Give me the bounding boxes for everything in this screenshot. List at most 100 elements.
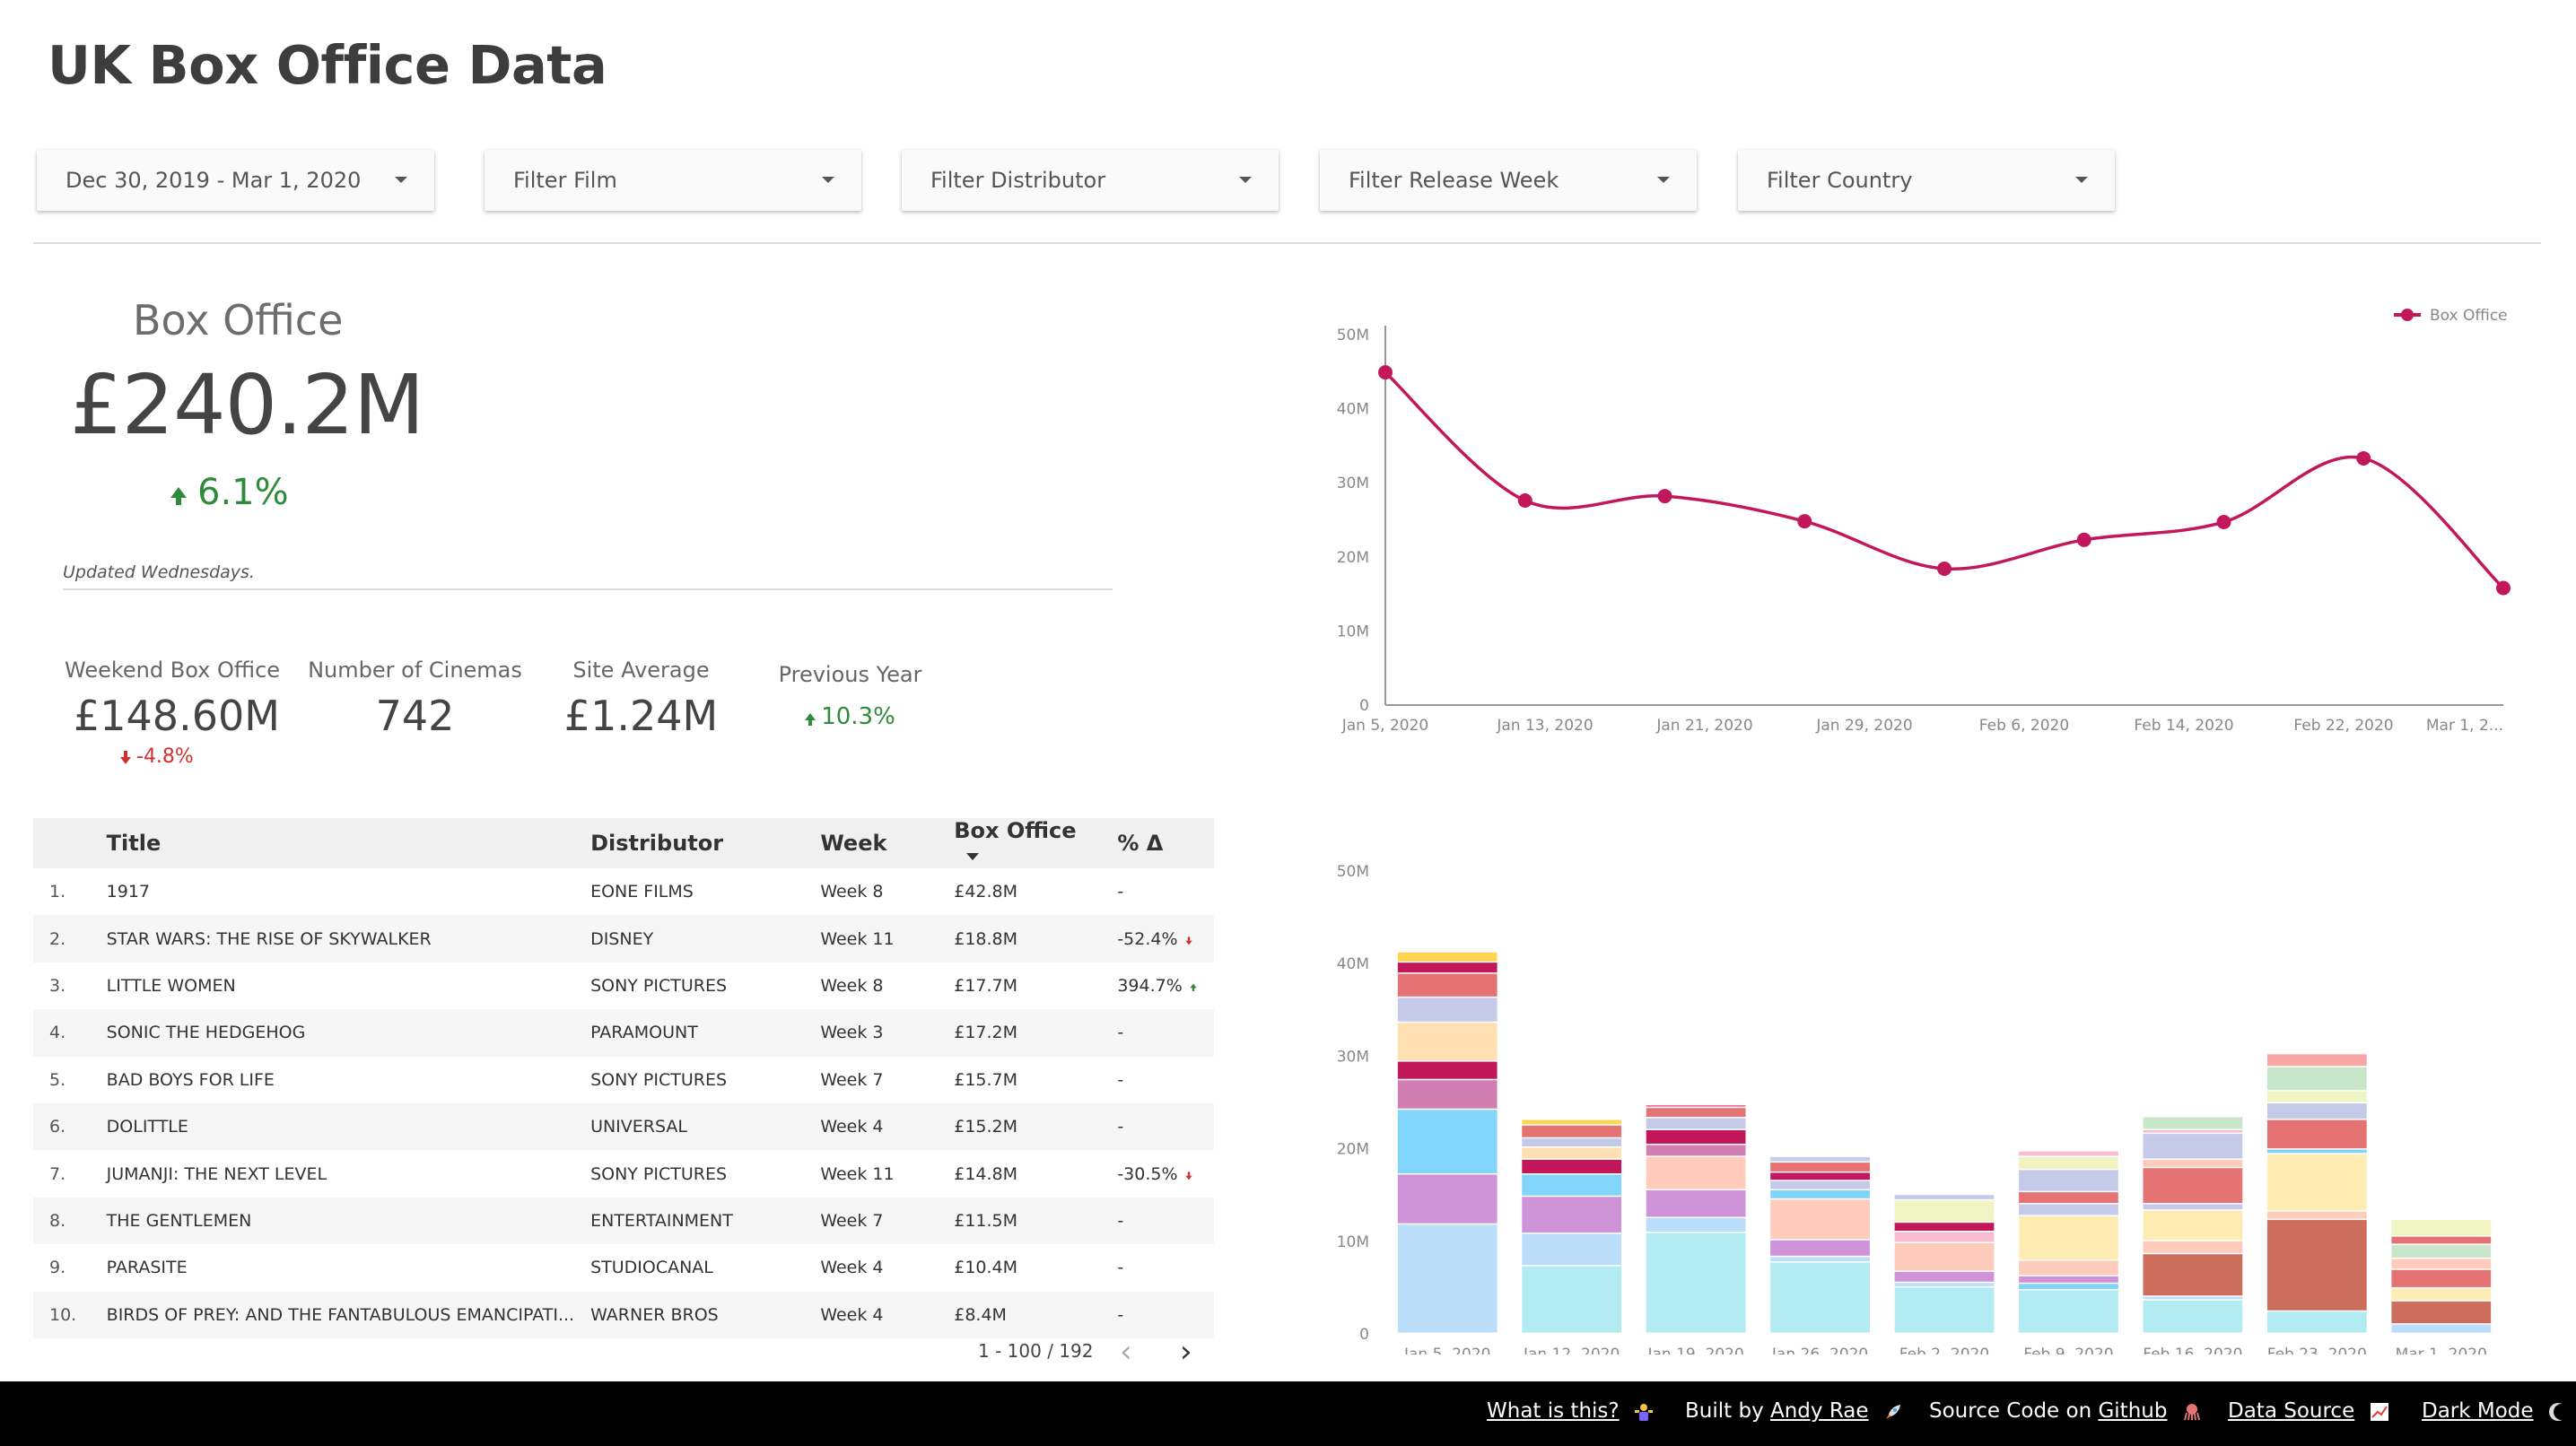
change-value: - bbox=[1117, 1304, 1124, 1325]
x-tick-label: Feb 16, 2020 bbox=[2143, 1346, 2242, 1355]
bar-segment bbox=[1397, 1061, 1498, 1079]
table-row[interactable]: 2. STAR WARS: THE RISE OF SKYWALKER DISNEY… bbox=[33, 915, 1214, 963]
bar-segment bbox=[2019, 1151, 2118, 1156]
bar-segment bbox=[1894, 1200, 1995, 1222]
previous-year-label: Previous Year bbox=[778, 662, 922, 687]
week-header[interactable]: Week bbox=[804, 818, 938, 868]
title-cell: BIRDS OF PREY: AND THE FANTABULOUS EMANC… bbox=[106, 1304, 575, 1325]
source-code-link[interactable]: Source Code on Github bbox=[1929, 1399, 2203, 1423]
bar-segment bbox=[1770, 1240, 1870, 1256]
change-cell: - bbox=[1101, 1292, 1214, 1338]
bar-segment bbox=[2143, 1117, 2243, 1129]
week-cell: Week 11 bbox=[820, 928, 895, 949]
table-row[interactable]: 7. JUMANJI: THE NEXT LEVEL SONY PICTURES We… bbox=[33, 1150, 1214, 1197]
title-header[interactable]: Title bbox=[91, 818, 574, 868]
box-office-series-line bbox=[1384, 370, 2505, 589]
what-is-this-anchor[interactable]: What is this? bbox=[1487, 1399, 1620, 1423]
table-row[interactable]: 1. 1917 EONE FILMS Week 8 £42.8M - bbox=[33, 868, 1214, 915]
country-filter[interactable]: Filter Country bbox=[1738, 150, 2115, 211]
box-office-cell: £14.8M bbox=[954, 1163, 1018, 1184]
table-row[interactable]: 9. PARASITE STUDIOCANAL Week 4 £10.4M - bbox=[33, 1244, 1214, 1291]
x-tick-label: Jan 19, 2020 bbox=[1646, 1346, 1743, 1355]
bar-segment bbox=[2019, 1204, 2118, 1215]
update-note: Updated Wednesdays. bbox=[63, 562, 255, 582]
table-row[interactable]: 10. BIRDS OF PREY: AND THE FANTABULOUS EM… bbox=[33, 1291, 1214, 1338]
distributor-filter[interactable]: Filter Distributor bbox=[902, 150, 1279, 211]
week-cell: Week 4 bbox=[820, 1258, 884, 1278]
bar-segment bbox=[1522, 1119, 1622, 1125]
box-office-cell: £15.7M bbox=[954, 1069, 1018, 1090]
films-table: Title Distributor Week Box Office % Δ 1.… bbox=[33, 818, 1214, 1338]
title-cell: JUMANJI: THE NEXT LEVEL bbox=[106, 1163, 327, 1184]
date-range-filter[interactable]: Dec 30, 2019 - Mar 1, 2020 bbox=[37, 150, 434, 211]
x-tick-label: Mar 1, 2... bbox=[2426, 717, 2503, 735]
change-value: -30.5% bbox=[1117, 1163, 1178, 1184]
box-office-cell: £8.4M bbox=[954, 1304, 1007, 1325]
bar-segment bbox=[1770, 1257, 1870, 1262]
bar-segment bbox=[2019, 1215, 2118, 1259]
table-row[interactable]: 6. DOLITTLE UNIVERSAL Week 4 £15.2M - bbox=[33, 1102, 1214, 1151]
bar-segment bbox=[1770, 1180, 1870, 1189]
data-source-link[interactable]: Data Source bbox=[2228, 1399, 2390, 1423]
data-source-anchor[interactable]: Data Source bbox=[2228, 1399, 2354, 1423]
dark-mode-toggle[interactable]: Dark Mode bbox=[2422, 1399, 2569, 1423]
change-header[interactable]: % Δ bbox=[1101, 818, 1214, 868]
bar-segment bbox=[2266, 1067, 2367, 1091]
bar-segment bbox=[2143, 1254, 2243, 1296]
release-week-filter-label: Filter Release Week bbox=[1349, 168, 1559, 193]
bar-segment bbox=[1522, 1147, 1622, 1159]
rank-cell: 8. bbox=[49, 1210, 66, 1231]
bar-segment bbox=[1397, 997, 1498, 1022]
release-week-filter[interactable]: Filter Release Week bbox=[1320, 150, 1697, 211]
bar-segment bbox=[1397, 952, 1498, 962]
distributor-cell: UNIVERSAL bbox=[590, 1117, 687, 1137]
next-page-icon[interactable]: › bbox=[1180, 1337, 1192, 1367]
octopus-icon bbox=[2183, 1403, 2200, 1420]
table-row[interactable]: 4. SONIC THE HEDGEHOG PARAMOUNT Week 3 £17.2… bbox=[33, 1009, 1214, 1057]
bar-segment bbox=[1397, 1110, 1498, 1173]
y-tick-label: 40M bbox=[1337, 401, 1369, 419]
chevron-down-icon bbox=[822, 177, 834, 183]
table-row[interactable]: 8. THE GENTLEMEN ENTERTAINMENT Week 7 £11.5M… bbox=[33, 1197, 1214, 1245]
bar-segment bbox=[2266, 1054, 2367, 1067]
box-office-change: 6.1% bbox=[170, 472, 289, 513]
github-anchor[interactable]: Github bbox=[2098, 1399, 2167, 1423]
previous-year-change-value: 10.3% bbox=[821, 703, 895, 730]
sort-desc-icon bbox=[966, 853, 980, 860]
table-row[interactable]: 3. LITTLE WOMEN SONY PICTURES Week 8 £17.7M 3… bbox=[33, 963, 1214, 1009]
bar-segment bbox=[2143, 1241, 2243, 1253]
title-cell: SONIC THE HEDGEHOG bbox=[106, 1023, 306, 1043]
dark-mode-anchor[interactable]: Dark Mode bbox=[2422, 1399, 2534, 1423]
distributor-cell: ENTERTAINMENT bbox=[590, 1210, 733, 1231]
box-office-header[interactable]: Box Office bbox=[938, 818, 1101, 868]
built-by-link[interactable]: Built by Andy Rae bbox=[1685, 1399, 1904, 1423]
bar-segment bbox=[1770, 1190, 1870, 1198]
bar-segment bbox=[1894, 1223, 1995, 1231]
arrow-up-icon bbox=[170, 487, 187, 505]
bar-segment bbox=[1522, 1233, 1622, 1266]
rank-cell: 5. bbox=[49, 1069, 66, 1090]
box-office-stacked-bar-chart: 0 10M 20M 30M 40M 50M Jan 5, 2020 Jan 12, 2020 J… bbox=[1337, 863, 2492, 1355]
bar-segment bbox=[1894, 1195, 1995, 1199]
box-office-cell: £17.2M bbox=[954, 1023, 1018, 1043]
change-cell: - bbox=[1101, 1009, 1214, 1056]
rank-cell: 3. bbox=[49, 975, 66, 996]
x-tick-label: Feb 9, 2020 bbox=[2023, 1346, 2113, 1355]
what-is-this-link[interactable]: What is this? bbox=[1487, 1399, 1655, 1423]
author-anchor[interactable]: Andy Rae bbox=[1770, 1399, 1869, 1423]
change-cell: -52.4% bbox=[1101, 915, 1214, 962]
film-filter[interactable]: Filter Film bbox=[485, 150, 861, 211]
bar-segment bbox=[2019, 1192, 2118, 1204]
bar-segment bbox=[2143, 1159, 2243, 1167]
distributor-header[interactable]: Distributor bbox=[574, 818, 804, 868]
previous-year-stat: Previous Year 10.3% bbox=[767, 662, 933, 730]
box-office-change-value: 6.1% bbox=[197, 472, 289, 513]
title-cell: PARASITE bbox=[106, 1258, 188, 1278]
rank-cell: 9. bbox=[49, 1258, 66, 1278]
data-point bbox=[2496, 580, 2511, 596]
bar-segment bbox=[2019, 1260, 2118, 1276]
week-cell: Week 3 bbox=[820, 1023, 884, 1043]
previous-page-icon[interactable]: ‹ bbox=[1120, 1337, 1132, 1367]
table-row[interactable]: 5. BAD BOYS FOR LIFE SONY PICTURES Week 7 £1… bbox=[33, 1057, 1214, 1103]
legend-label: Box Office bbox=[2430, 307, 2508, 325]
